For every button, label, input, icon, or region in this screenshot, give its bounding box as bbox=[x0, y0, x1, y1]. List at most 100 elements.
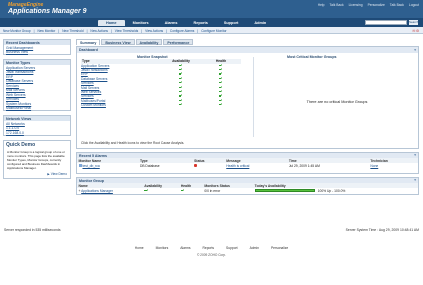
monitor-icon bbox=[78, 164, 82, 168]
tab-availability[interactable]: Availability bbox=[135, 39, 163, 45]
tab-summary[interactable]: Summary bbox=[76, 39, 101, 45]
search-input[interactable] bbox=[365, 20, 407, 25]
availability-up-icon[interactable] bbox=[178, 94, 183, 97]
sidebar-item-dashboard[interactable]: Business View bbox=[4, 50, 70, 54]
group-name-link[interactable]: Applications Manager bbox=[81, 189, 113, 193]
link-separator: | bbox=[166, 28, 167, 33]
footer-link[interactable]: Alarms bbox=[180, 246, 190, 250]
health-ok-icon[interactable] bbox=[218, 81, 223, 84]
health-cell bbox=[201, 103, 241, 107]
sidebar-item-monitor-type[interactable]: Mailbuses/Portal bbox=[4, 106, 70, 110]
critical-groups-title: Most Critical Monitor Groups bbox=[287, 54, 337, 59]
footer-link[interactable]: Home bbox=[135, 246, 144, 250]
technician-link[interactable]: None bbox=[370, 164, 378, 168]
health-ok-icon[interactable] bbox=[218, 103, 223, 106]
top-link[interactable]: Talk Back bbox=[330, 3, 344, 7]
footer-link[interactable]: Reports bbox=[203, 246, 215, 250]
availability-up-icon[interactable] bbox=[178, 81, 183, 84]
nav-tab-support[interactable]: Support bbox=[216, 20, 247, 26]
server-time: Server System Time : Aug 29, 2009 10:48:… bbox=[345, 228, 419, 232]
alarms-table: Monitor Name Type Status Message Time Technic… bbox=[77, 158, 418, 168]
availability-up-icon[interactable] bbox=[144, 188, 148, 192]
quick-link[interactable]: Configure Alarms bbox=[170, 29, 194, 33]
footer-link[interactable]: Monitors bbox=[156, 246, 169, 250]
alarm-message-link[interactable]: Health is critical bbox=[225, 163, 288, 168]
health-ok-icon[interactable] bbox=[218, 63, 223, 67]
quick-links: New Monitor Group | New Monitor | New Thresh… bbox=[3, 29, 227, 33]
top-link[interactable]: Licensing bbox=[349, 3, 363, 7]
quick-link[interactable]: View Thresholds bbox=[115, 29, 138, 33]
main-content: Summary Business View Availability Performa… bbox=[76, 39, 419, 195]
footer-link[interactable]: Personalize bbox=[271, 246, 288, 250]
availability-up-icon[interactable] bbox=[178, 85, 183, 89]
alarm-monitor-link[interactable]: test_db_rca bbox=[83, 164, 100, 168]
snapshot-note: Click the Availability and Health icons … bbox=[81, 140, 185, 145]
link-separator: | bbox=[197, 28, 199, 33]
nav-tab-home[interactable]: Home bbox=[98, 19, 125, 26]
availability-up-icon[interactable] bbox=[178, 72, 183, 75]
tab-performance[interactable]: Performance bbox=[163, 39, 194, 45]
availability-text: 100% Up - 100.0% bbox=[317, 188, 346, 193]
quick-link[interactable]: New Monitor Group bbox=[3, 29, 31, 33]
top-link[interactable]: Personalize bbox=[368, 3, 385, 7]
collapse-icon[interactable]: ▾ bbox=[414, 48, 416, 52]
divider bbox=[253, 56, 254, 137]
top-link[interactable]: Help bbox=[318, 3, 325, 7]
alarm-technician-cell: None bbox=[369, 163, 418, 168]
nav-tab-monitors[interactable]: Monitors bbox=[125, 20, 157, 26]
quick-link[interactable]: New Monitor bbox=[37, 29, 55, 33]
health-ok-icon[interactable] bbox=[218, 90, 223, 93]
footer-link[interactable]: Admin bbox=[250, 246, 259, 250]
link-separator: | bbox=[58, 28, 60, 33]
nav-tab-alarms[interactable]: Alarms bbox=[157, 20, 186, 26]
collapse-icon[interactable]: ▾ bbox=[414, 178, 416, 182]
sidebar-item-network[interactable]: 172.168.0.0 bbox=[4, 130, 70, 135]
availability-bar bbox=[254, 189, 315, 193]
monitor-group-header: Monitor Group ▾ bbox=[77, 177, 418, 183]
link-separator: | bbox=[141, 28, 143, 33]
health-ok-icon[interactable] bbox=[218, 94, 223, 97]
availability-up-icon[interactable] bbox=[178, 98, 183, 102]
product-logo[interactable]: Applications Manager 9 bbox=[8, 8, 87, 15]
availability-cell bbox=[143, 188, 180, 193]
dashboard-panel: Dashboard ▾ Monitor Snapshot Most Critic… bbox=[76, 46, 419, 149]
view-demo-link[interactable]: ▶ View Demo bbox=[4, 171, 70, 178]
health-ok-icon[interactable] bbox=[218, 68, 223, 71]
toolbar-icons[interactable]: ✉ ⚙ bbox=[412, 29, 419, 33]
quick-link[interactable]: View Actions bbox=[145, 29, 163, 33]
tab-business-view[interactable]: Business View bbox=[101, 39, 135, 45]
alarms-panel: Recent 5 Alarms ▾ Monitor Name Type Status… bbox=[76, 151, 419, 174]
availability-up-icon[interactable] bbox=[178, 68, 183, 71]
top-link[interactable]: Logout bbox=[409, 3, 419, 7]
top-link[interactable]: Talk Back bbox=[390, 3, 404, 7]
quick-demo-title: Quick Demo bbox=[6, 141, 36, 148]
alarm-status-cell bbox=[193, 163, 225, 168]
health-ok-icon[interactable] bbox=[218, 98, 223, 102]
availability-up-icon[interactable] bbox=[178, 90, 183, 93]
health-ok-icon[interactable] bbox=[180, 188, 185, 192]
link-separator: | bbox=[33, 28, 35, 33]
monitor-type-link[interactable]: Custom Monitors bbox=[81, 103, 161, 107]
health-ok-icon[interactable] bbox=[218, 72, 223, 75]
footer-links: Home Monitors Alarms Reports Support Admin Per… bbox=[0, 246, 423, 250]
quick-links-bar: New Monitor Group | New Monitor | New Thresh… bbox=[0, 27, 423, 34]
dashboard-body: Monitor Snapshot Most Critical Monitor G… bbox=[77, 53, 418, 148]
search-button[interactable]: Search bbox=[409, 20, 419, 25]
monitor-group-title: Monitor Group bbox=[79, 178, 104, 183]
nav-tab-reports[interactable]: Reports bbox=[185, 20, 215, 26]
recent-dashboards: Recent Dashboards Grid Management Busines… bbox=[3, 39, 71, 55]
footer-link[interactable]: Support bbox=[226, 246, 238, 250]
nav-tab-admin[interactable]: Admin bbox=[246, 20, 274, 26]
copyright: © 2009 ZOHO Corp. bbox=[196, 253, 227, 257]
availability-up-icon[interactable] bbox=[178, 76, 183, 80]
health-ok-icon[interactable] bbox=[218, 85, 223, 89]
quick-link[interactable]: New Threshold bbox=[62, 29, 83, 33]
health-ok-icon[interactable] bbox=[218, 76, 223, 80]
collapse-icon[interactable]: ▾ bbox=[414, 153, 416, 157]
critical-status-icon[interactable] bbox=[194, 164, 198, 168]
monitor-group-table: Name Availability Health Monitors Status Tod… bbox=[77, 183, 418, 193]
quick-link[interactable]: Configure Monitor bbox=[201, 29, 226, 33]
quick-link[interactable]: New Actions bbox=[90, 29, 108, 33]
availability-up-icon[interactable] bbox=[178, 63, 183, 67]
availability-up-icon[interactable] bbox=[178, 103, 183, 106]
